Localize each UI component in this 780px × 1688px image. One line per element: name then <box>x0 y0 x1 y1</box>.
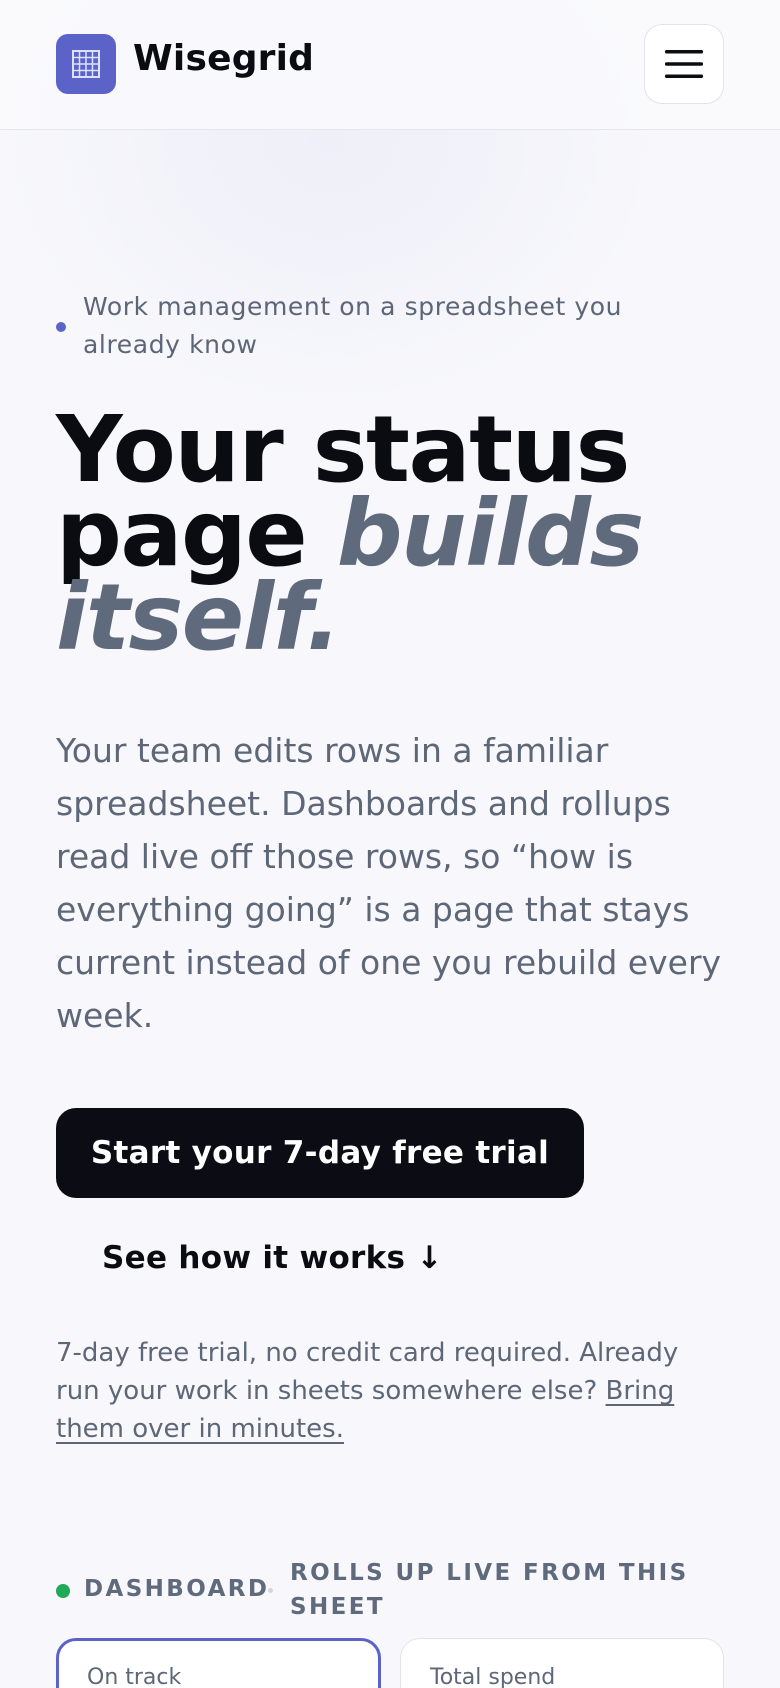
metric-card-label: On track <box>87 1665 182 1688</box>
metric-card-total-spend[interactable]: Total spend <box>400 1638 724 1688</box>
hero-lead: Your team edits rows in a familiar sprea… <box>56 731 722 1035</box>
eyebrow-text: Work management on a spreadsheet you alr… <box>83 292 623 359</box>
start-trial-button[interactable]: Start your 7-day free trial <box>56 1108 584 1198</box>
rollup-label: ROLLS UP LIVE FROM THIS SHEET <box>290 1560 689 1620</box>
metric-card-label: Total spend <box>430 1665 556 1688</box>
live-status-dot <box>56 1584 70 1598</box>
brand-name[interactable]: Wisegrid <box>133 38 314 79</box>
dashboard-label: DASHBOARD <box>84 1576 270 1602</box>
logo[interactable] <box>56 34 116 94</box>
eyebrow-dot <box>56 322 66 332</box>
fine-print-text: 7-day free trial, no credit card require… <box>56 1338 679 1406</box>
menu-button[interactable] <box>644 24 724 104</box>
dashboard-header: DASHBOARD ROLLS UP LIVE FROM THIS SHEET <box>56 1556 736 1626</box>
metric-card-on-track[interactable]: On track <box>56 1638 381 1688</box>
separator-dot <box>268 1588 273 1593</box>
see-how-it-works-link[interactable]: See how it works ↓ <box>102 1240 443 1276</box>
fine-print: 7-day free trial, no credit card require… <box>56 1334 706 1448</box>
site-header: Wisegrid <box>0 0 780 130</box>
hamburger-menu-icon <box>665 50 703 78</box>
grid-icon <box>72 50 100 78</box>
hero-title: Your status page builds itself. <box>56 404 756 664</box>
